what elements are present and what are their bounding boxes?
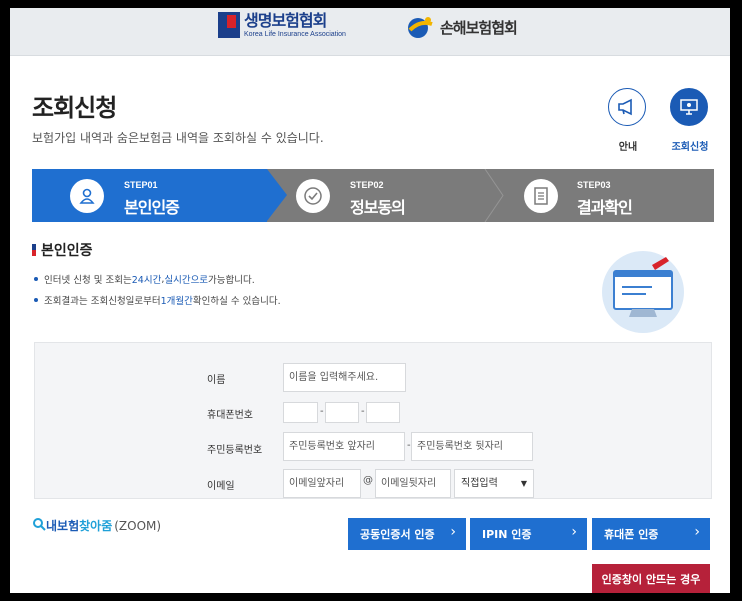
notice2-text: 조회결과는 조회신청일로부터 bbox=[44, 296, 161, 307]
section-title-text: 본인인증 bbox=[41, 243, 93, 259]
logo1-name: 생명보험협회 bbox=[244, 11, 327, 30]
notice-list: 인터넷 신청 및 조회는 24시간, 실시간으로 가능합니다. 조회결과는 조회… bbox=[34, 272, 281, 314]
verification-form: 이름 이름을 입력해주세요. 휴대폰번호 - - 주민등록번호 주민등록번호 앞… bbox=[34, 342, 712, 499]
phone-separator: - bbox=[320, 406, 324, 417]
popup-help-button[interactable]: 인증창이 안뜨는 경우 bbox=[592, 564, 710, 593]
notice1-highlight1: 24시간 bbox=[131, 275, 162, 286]
zoom-tag: (ZOOM) bbox=[114, 518, 162, 533]
email-back-input[interactable]: 이메일뒷자리 bbox=[375, 469, 451, 498]
name-input[interactable]: 이름을 입력해주세요. bbox=[283, 363, 406, 392]
page-frame: 생명보험협회 Korea Life Insurance Association … bbox=[10, 8, 730, 593]
rrn-back-input[interactable]: 주민등록번호 뒷자리 bbox=[411, 432, 533, 461]
zoom-title-emphasis: 찾아줌 bbox=[79, 519, 113, 533]
non-life-insurance-association-logo[interactable]: 손해보험협회 bbox=[406, 14, 518, 40]
document-icon bbox=[524, 179, 558, 213]
inquiry-label: 조회신청 bbox=[671, 142, 709, 153]
logo1-subtitle: Korea Life Insurance Association bbox=[244, 31, 346, 38]
phone-label: 휴대폰번호 bbox=[207, 410, 253, 421]
megaphone-icon bbox=[608, 88, 646, 126]
page-description: 보험가입 내역과 숨은보험금 내역을 조회하실 수 있습니다. bbox=[32, 131, 324, 145]
chevron-right-icon: › bbox=[694, 524, 700, 540]
step3-name: 결과확인 bbox=[577, 198, 633, 217]
guide-label: 안내 bbox=[618, 142, 638, 153]
rrn-label: 주민등록번호 bbox=[207, 445, 263, 456]
section-title-marker bbox=[32, 244, 36, 256]
email-domain-selected: 직접입력 bbox=[461, 478, 498, 489]
notice1-tail: 가능합니다. bbox=[208, 275, 255, 286]
association-logo-bar: 생명보험협회 Korea Life Insurance Association … bbox=[10, 8, 730, 56]
search-icon bbox=[32, 517, 46, 534]
phone-middle-input[interactable] bbox=[325, 402, 359, 423]
ipin-auth-label: IPIN 인증 bbox=[482, 528, 532, 541]
notice2-highlight: 1개월간 bbox=[160, 296, 193, 307]
logo2-name: 손해보험협회 bbox=[440, 18, 518, 37]
step2-name: 정보동의 bbox=[350, 198, 406, 217]
phone-auth-button[interactable]: 휴대폰 인증 › bbox=[592, 518, 710, 550]
step-separator bbox=[484, 169, 504, 222]
email-domain-select[interactable]: 직접입력 ▼ bbox=[454, 469, 534, 498]
step-identity-verification: STEP01 본인인증 bbox=[32, 169, 287, 222]
life-insurance-association-logo[interactable]: 생명보험협회 Korea Life Insurance Association bbox=[218, 12, 346, 39]
ipin-auth-button[interactable]: IPIN 인증 › bbox=[470, 518, 587, 550]
certificate-auth-button[interactable]: 공동인증서 인증 › bbox=[348, 518, 466, 550]
step-progress-bar: STEP01 본인인증 STEP02 정보동의 STEP03 결과확인 bbox=[32, 169, 714, 222]
step2-number: STEP02 bbox=[350, 180, 384, 190]
email-front-input[interactable]: 이메일앞자리 bbox=[283, 469, 361, 498]
zoom-service-link[interactable]: 내보험 찾아줌 (ZOOM) bbox=[32, 517, 161, 534]
notice-item: 조회결과는 조회신청일로부터 1개월간 확인하실 수 있습니다. bbox=[34, 293, 281, 307]
non-life-logo-mark bbox=[406, 14, 436, 40]
email-label: 이메일 bbox=[207, 481, 235, 492]
page-title: 조회신청 bbox=[32, 94, 117, 122]
person-icon bbox=[70, 179, 104, 213]
phone-first-input[interactable] bbox=[283, 402, 318, 423]
notice1-text: 인터넷 신청 및 조회는 bbox=[44, 275, 132, 286]
checkmark-circle-icon bbox=[296, 179, 330, 213]
phone-separator: - bbox=[361, 406, 365, 417]
certificate-auth-label: 공동인증서 인증 bbox=[360, 528, 435, 541]
rrn-front-input[interactable]: 주민등록번호 앞자리 bbox=[283, 432, 405, 461]
notice2-tail: 확인하실 수 있습니다. bbox=[192, 296, 281, 307]
inquiry-request-button[interactable]: 조회신청 bbox=[670, 88, 710, 153]
computer-illustration bbox=[602, 251, 684, 333]
step1-number: STEP01 bbox=[124, 180, 158, 190]
step1-name: 본인인증 bbox=[124, 198, 180, 217]
notice-item: 인터넷 신청 및 조회는 24시간, 실시간으로 가능합니다. bbox=[34, 272, 281, 287]
chevron-right-icon: › bbox=[571, 524, 577, 540]
name-label: 이름 bbox=[207, 375, 226, 386]
zoom-title: 내보험 bbox=[46, 519, 80, 533]
life-insurance-logo-mark bbox=[218, 12, 240, 38]
phone-auth-label: 휴대폰 인증 bbox=[604, 528, 659, 541]
section-title: 본인인증 bbox=[32, 240, 93, 260]
chevron-down-icon: ▼ bbox=[520, 479, 527, 488]
notice1-highlight2: 실시간으로 bbox=[164, 275, 209, 286]
guide-button[interactable]: 안내 bbox=[608, 88, 648, 153]
phone-last-input[interactable] bbox=[366, 402, 400, 423]
email-at-sign: @ bbox=[363, 475, 373, 486]
step3-number: STEP03 bbox=[577, 180, 611, 190]
chevron-right-icon: › bbox=[450, 524, 456, 540]
monitor-icon bbox=[670, 88, 708, 126]
